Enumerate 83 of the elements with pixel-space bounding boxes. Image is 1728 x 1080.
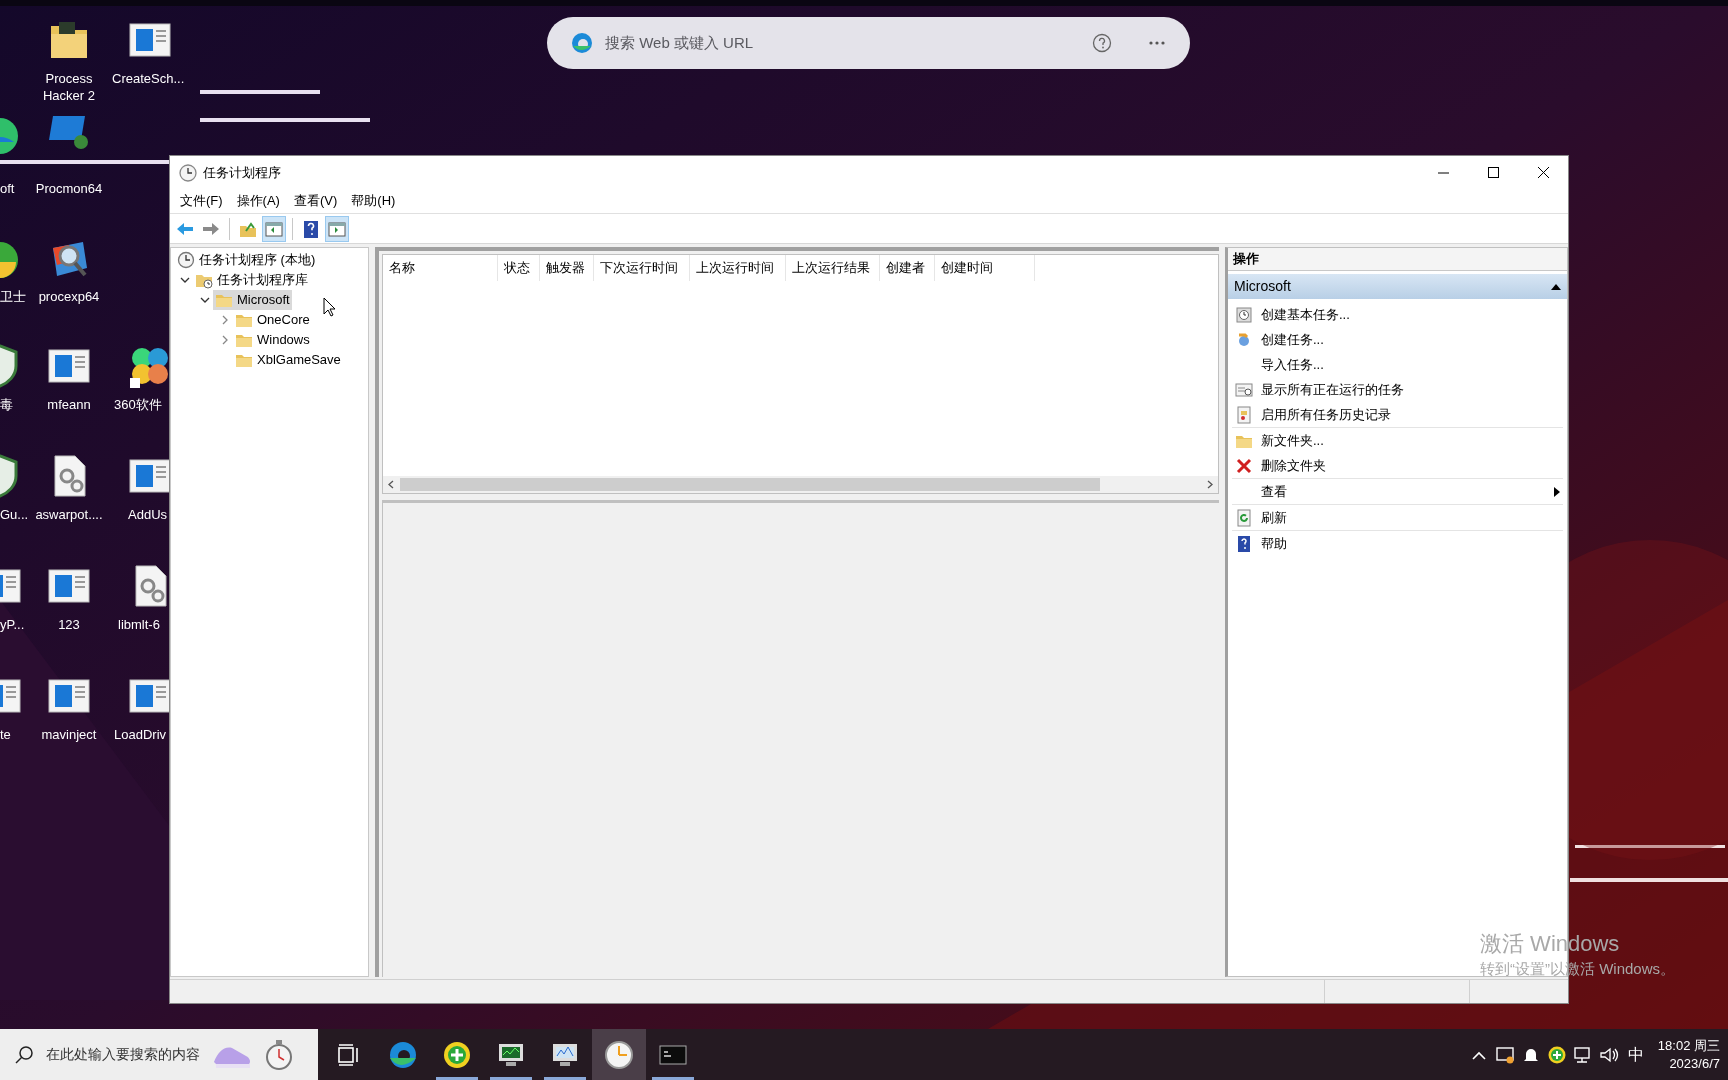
menu-item[interactable]: 查看(V) [288, 191, 343, 211]
scrollbar-thumb[interactable] [400, 478, 1100, 491]
desktop-icon-label[interactable]: 123 [24, 616, 114, 633]
action-item[interactable]: 刷新 [1232, 505, 1563, 530]
desktop-icon-label[interactable]: AddUs [128, 506, 168, 523]
running-indicator [652, 1077, 694, 1080]
action-item[interactable]: 查看 [1232, 479, 1563, 504]
browser-search-bar[interactable]: 搜索 Web 或键入 URL [547, 17, 1190, 69]
input-method-button[interactable]: 中 [1621, 1042, 1650, 1067]
action-item[interactable]: 新文件夹... [1232, 428, 1563, 453]
taskbar-app-button[interactable] [592, 1029, 646, 1080]
desktop-icon-label[interactable]: 360软件 [114, 396, 162, 413]
column-header[interactable]: 触发器 [540, 255, 594, 281]
more-options-icon[interactable] [1148, 40, 1166, 46]
desktop-icon-label[interactable]: Gu... [0, 506, 29, 523]
screen-icon [1494, 1044, 1515, 1065]
desktop-icon-label[interactable]: mavinject [24, 726, 114, 743]
running-indicator [490, 1077, 532, 1080]
actions-title: 操作 [1228, 248, 1567, 271]
column-header[interactable]: 上次运行时间 [690, 255, 786, 281]
action-item[interactable]: 帮助 [1232, 531, 1563, 556]
horizontal-scrollbar[interactable] [383, 476, 1218, 493]
taskbar-search-box[interactable]: 在此处输入要搜索的内容 [0, 1029, 318, 1080]
clock-icon [603, 1038, 635, 1071]
desktop-icon-label[interactable]: Procmon64 [24, 180, 114, 197]
menu-item[interactable]: 操作(A) [231, 191, 285, 211]
stopwatch-icon [264, 1037, 294, 1072]
running-indicator [544, 1077, 586, 1080]
menu-item[interactable]: 帮助(H) [346, 191, 401, 211]
column-header[interactable]: 上次运行结果 [786, 255, 880, 281]
clock-time[interactable]: 18:02 周三 [1657, 1036, 1720, 1055]
mouse-cursor-icon [323, 297, 337, 317]
desktop-icon-label[interactable]: 卫士 [0, 288, 26, 305]
menu-item[interactable]: 文件(F) [175, 191, 228, 211]
clock-date[interactable]: 2023/6/7 [1669, 1054, 1720, 1073]
action-item[interactable]: 启用所有任务历史记录 [1232, 402, 1563, 427]
tree-item[interactable]: XblGameSave [233, 350, 343, 370]
search-icon [14, 1044, 34, 1065]
help-icon [1235, 534, 1253, 553]
clock-icon [179, 163, 197, 182]
network-icon [1572, 1044, 1593, 1065]
tree-item[interactable]: Microsoft [213, 290, 292, 310]
action-item[interactable]: 显示所有正在运行的任务 [1232, 377, 1563, 402]
running-indicator [436, 1077, 478, 1080]
desktop-icon-label[interactable]: libmlt-6 [118, 616, 160, 633]
action-item[interactable]: 删除文件夹 [1232, 453, 1563, 478]
help-icon[interactable] [1092, 33, 1112, 53]
action-item[interactable]: 创建任务... [1232, 327, 1563, 352]
maximize-icon [1487, 167, 1499, 178]
column-header[interactable]: 创建时间 [935, 255, 1035, 281]
action-item[interactable]: 导入任务... [1232, 352, 1563, 377]
collapse-triangle-icon[interactable] [1551, 282, 1561, 291]
minimize-icon [1437, 171, 1449, 174]
browser-logo-icon [571, 32, 593, 54]
window-title: 任务计划程序 [203, 163, 282, 182]
tree-item[interactable]: OneCore [233, 310, 312, 330]
task-clock-icon [1235, 305, 1253, 324]
pane-left-button[interactable] [262, 215, 286, 242]
desktop-icon-label[interactable]: oft [0, 180, 15, 197]
plus-circle-icon [1546, 1044, 1567, 1065]
clock-icon [177, 251, 195, 269]
search-placeholder: 搜索 Web 或键入 URL [605, 32, 755, 53]
desktop-icon-label[interactable]: CreateSch... [112, 70, 185, 87]
column-header[interactable]: 创建者 [880, 255, 935, 281]
action-group-header[interactable]: Microsoft [1228, 274, 1567, 299]
refresh-icon [1235, 508, 1253, 527]
desktop-icon-label[interactable]: LoadDriv [114, 726, 167, 743]
close-icon [1537, 167, 1549, 178]
tree-item[interactable]: 任务计划程序 (本地) [175, 250, 318, 270]
desktop-icon-label[interactable]: 毒 [0, 396, 13, 413]
tree-item[interactable]: 任务计划程序库 [193, 270, 310, 290]
desktop-icon-label[interactable]: mfeann [24, 396, 114, 413]
desktop-icon-label[interactable]: te [0, 726, 11, 743]
column-header[interactable]: 名称 [383, 255, 498, 281]
desktop-icon-label[interactable]: yP... [0, 616, 25, 633]
column-header[interactable]: 状态 [498, 255, 540, 281]
delete-x-icon [1235, 456, 1253, 475]
tree-item[interactable]: Windows [233, 330, 312, 350]
help-icon [301, 218, 321, 239]
column-header[interactable]: 下次运行时间 [594, 255, 690, 281]
running-tasks-icon [1235, 380, 1253, 399]
history-icon [1235, 405, 1253, 424]
action-item[interactable]: 创建基本任务... [1232, 302, 1563, 327]
